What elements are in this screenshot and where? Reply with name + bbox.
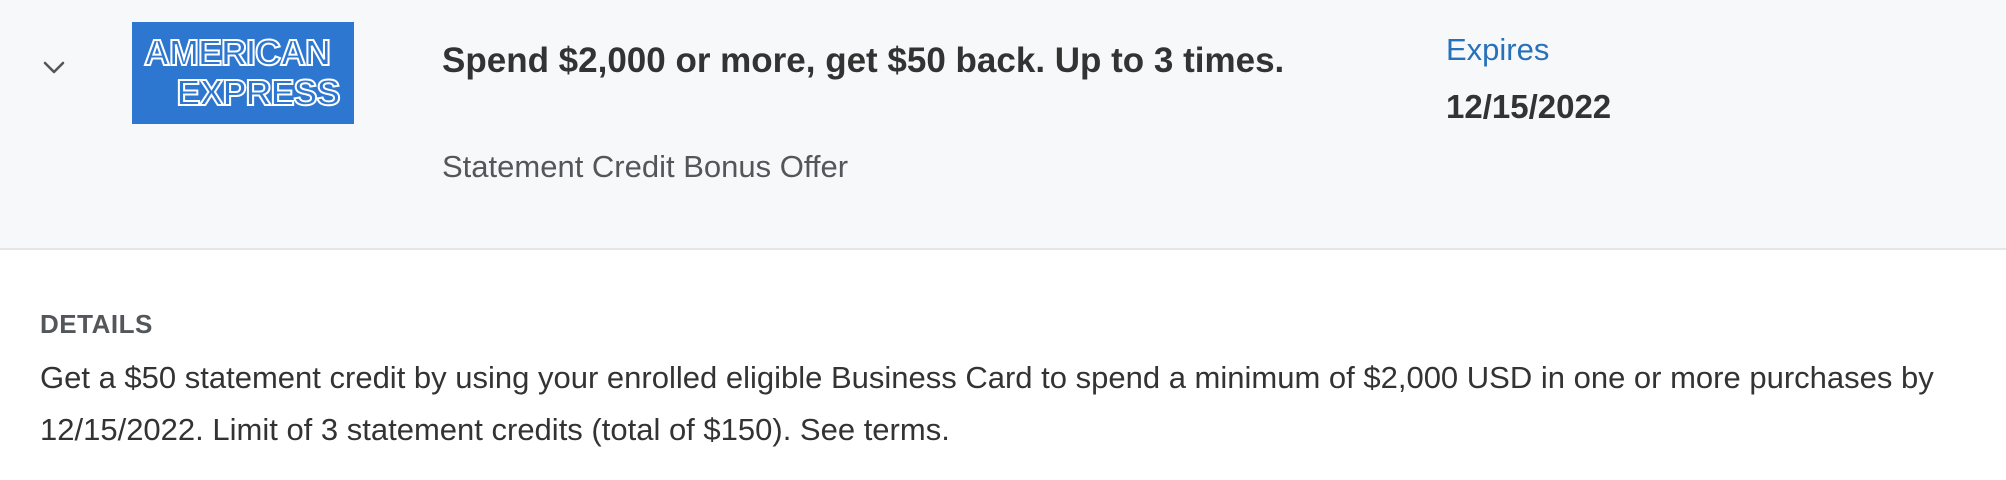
offer-title: Spend $2,000 or more, get $50 back. Up t…	[442, 41, 1285, 80]
american-express-logo: AMERICAN EXPRESS	[132, 22, 354, 124]
expires-date: 12/15/2022	[1446, 88, 1612, 125]
logo-text-line-1: AMERICAN	[143, 32, 332, 74]
expires-label: Expires	[1446, 32, 1550, 67]
details-body: Get a $50 statement credit by using your…	[40, 360, 1934, 447]
details-heading: DETAILS	[40, 309, 153, 339]
offer-type: Statement Credit Bonus Offer	[442, 149, 849, 184]
chevron-down-icon	[43, 61, 65, 74]
offer-header[interactable]: AMERICAN EXPRESS Spend $2,000 or more, g…	[0, 0, 2006, 250]
logo-text-line-2: EXPRESS	[175, 72, 341, 114]
expand-toggle[interactable]	[34, 48, 74, 88]
